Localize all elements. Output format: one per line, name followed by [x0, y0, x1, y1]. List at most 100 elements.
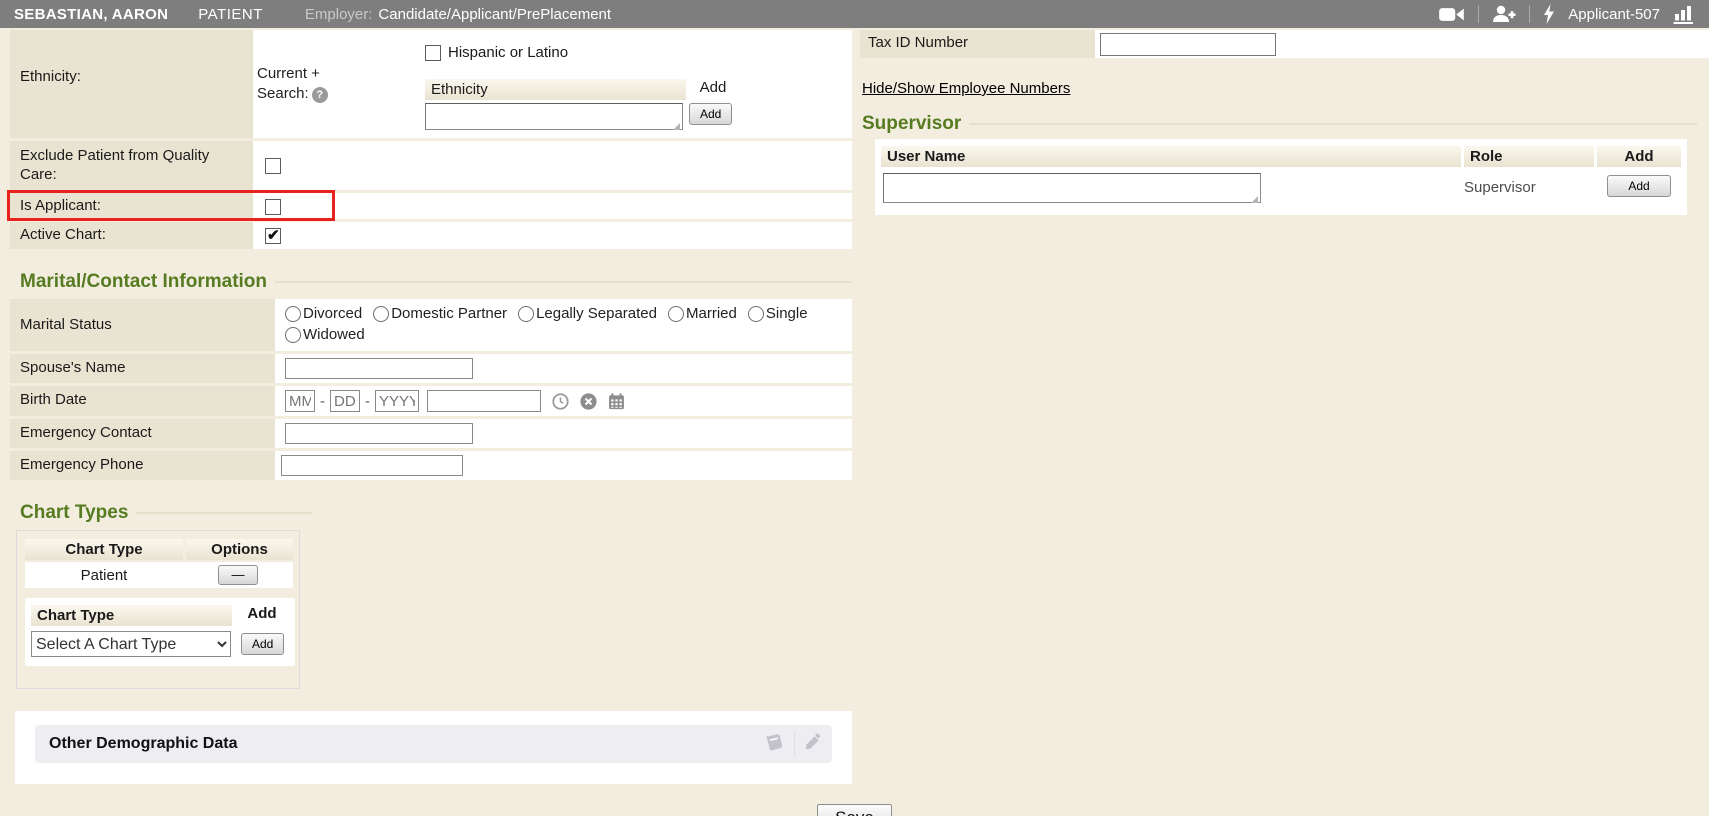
exclude-quality-label: Exclude Patient from Quality Care: — [10, 141, 253, 190]
supervisor-title: Supervisor — [862, 113, 961, 135]
tax-id-label: Tax ID Number — [860, 30, 1095, 58]
radio-single[interactable] — [748, 306, 764, 322]
supervisor-row: Supervisor Add — [881, 173, 1681, 207]
supervisor-panel: User Name Role Add Supervisor Add — [875, 139, 1687, 215]
heading-rule — [969, 123, 1697, 125]
spouse-name-row: Spouse's Name — [10, 354, 852, 386]
is-applicant-row: Is Applicant: — [10, 193, 852, 222]
chart-type-select[interactable]: Select A Chart Type — [31, 631, 231, 657]
date-separator: - — [320, 393, 325, 410]
radio-married[interactable] — [668, 306, 684, 322]
bar-chart-icon[interactable] — [1673, 5, 1695, 24]
role-cell: Supervisor — [1464, 173, 1594, 196]
hispanic-checkbox[interactable] — [425, 45, 441, 61]
employer-value: Candidate/Applicant/PrePlacement — [378, 6, 611, 23]
page-content: Ethnicity: Current + Search:? Hispanic o… — [0, 30, 1709, 784]
date-separator: - — [365, 393, 370, 410]
other-demographic-bar[interactable]: Other Demographic Data — [35, 725, 832, 763]
emergency-phone-input[interactable] — [281, 455, 463, 476]
chart-types-table: Chart Type Options Patient — — [25, 539, 293, 588]
emergency-contact-input[interactable] — [285, 423, 473, 444]
ethnicity-table: Ethnicity Add Add — [425, 79, 737, 134]
ethnicity-add-button[interactable]: Add — [689, 103, 732, 125]
supervisor-heading: Supervisor — [862, 113, 1709, 135]
add-col-header: Add — [1597, 146, 1681, 167]
options-col-header: Options — [186, 539, 293, 560]
employer-label: Employer: — [305, 6, 373, 23]
person-add-icon[interactable] — [1492, 5, 1516, 23]
clock-icon[interactable] — [552, 393, 569, 410]
ethnicity-input[interactable] — [425, 103, 683, 130]
clear-date-icon[interactable] — [580, 393, 597, 410]
radio-domestic-partner-label: Domestic Partner — [391, 305, 507, 322]
birth-year-input[interactable] — [375, 390, 419, 412]
emergency-contact-row: Emergency Contact — [10, 419, 852, 451]
chart-types-heading: Chart Types — [20, 502, 312, 524]
is-applicant-checkbox[interactable] — [265, 199, 281, 215]
hispanic-label: Hispanic or Latino — [448, 44, 568, 61]
other-demographic-panel: Other Demographic Data — [15, 711, 852, 784]
calendar-icon[interactable] — [608, 393, 625, 410]
ethnicity-content: Current + Search:? Hispanic or Latino Et… — [253, 30, 852, 138]
add-supervisor-button[interactable]: Add — [1607, 175, 1671, 197]
marital-panel: Marital Status Divorced Domestic Partner… — [10, 299, 852, 480]
chart-types-title: Chart Types — [20, 502, 128, 524]
patient-header-bar: SEBASTIAN, AARON PATIENT Employer: Candi… — [0, 0, 1709, 28]
is-applicant-label: Is Applicant: — [10, 193, 253, 219]
save-button[interactable]: Save — [817, 804, 892, 816]
birth-month-input[interactable] — [285, 390, 315, 412]
user-name-col-header: User Name — [881, 146, 1461, 167]
hide-show-employee-numbers-link[interactable]: Hide/Show Employee Numbers — [862, 80, 1070, 97]
birth-date-label: Birth Date — [10, 386, 275, 416]
header-divider — [1478, 5, 1479, 23]
chart-type-col-header: Chart Type — [25, 539, 183, 560]
spouse-name-label: Spouse's Name — [10, 354, 275, 383]
active-chart-label: Active Chart: — [10, 222, 253, 249]
active-chart-checkbox[interactable] — [265, 228, 281, 244]
lightning-icon[interactable] — [1543, 4, 1555, 24]
ethnicity-add-header: Add — [689, 79, 737, 100]
spouse-name-input[interactable] — [285, 358, 473, 379]
icon-divider — [794, 731, 795, 757]
emergency-contact-label: Emergency Contact — [10, 419, 275, 448]
radio-domestic-partner[interactable] — [373, 306, 389, 322]
book-icon[interactable] — [765, 732, 786, 757]
radio-legally-separated[interactable] — [518, 306, 534, 322]
video-camera-icon[interactable] — [1439, 7, 1465, 22]
add-col-header: Add — [235, 605, 289, 626]
radio-married-label: Married — [686, 305, 737, 322]
pencil-icon[interactable] — [803, 733, 822, 756]
exclude-quality-checkbox[interactable] — [265, 158, 281, 174]
current-search-line2: Search: — [257, 85, 309, 102]
heading-rule — [136, 512, 312, 514]
marital-section-title: Marital/Contact Information — [20, 271, 267, 293]
chart-type-cell: Patient — [25, 567, 183, 584]
add-chart-type-button[interactable]: Add — [241, 633, 284, 655]
tax-id-row: Tax ID Number — [860, 30, 1709, 58]
radio-widowed[interactable] — [285, 327, 301, 343]
radio-legally-separated-label: Legally Separated — [536, 305, 657, 322]
user-name-input[interactable] — [883, 173, 1261, 203]
current-search-label: Current + Search:? — [257, 64, 377, 103]
heading-rule — [275, 281, 852, 283]
header-divider — [1529, 5, 1530, 23]
demographics-column: Ethnicity: Current + Search:? Hispanic o… — [10, 30, 852, 784]
marital-status-row: Marital Status Divorced Domestic Partner… — [10, 299, 852, 354]
radio-divorced-label: Divorced — [303, 305, 362, 322]
patient-type-label: PATIENT — [198, 6, 263, 23]
chart-types-box: Chart Type Options Patient — Chart Type … — [16, 530, 300, 689]
radio-widowed-label: Widowed — [303, 326, 365, 343]
ethnicity-label: Ethnicity: — [10, 30, 253, 138]
birth-day-input[interactable] — [330, 390, 360, 412]
current-search-line1: Current + — [257, 65, 320, 82]
save-row: Save — [0, 804, 1709, 816]
remove-chart-type-button[interactable]: — — [218, 565, 258, 585]
radio-divorced[interactable] — [285, 306, 301, 322]
marital-status-label: Marital Status — [10, 299, 275, 351]
birth-date-row: Birth Date - - — [10, 386, 852, 419]
exclude-quality-row: Exclude Patient from Quality Care: — [10, 141, 852, 193]
help-icon[interactable]: ? — [312, 87, 328, 103]
ethnicity-col-header: Ethnicity — [425, 79, 686, 100]
tax-id-input[interactable] — [1100, 33, 1276, 56]
birth-date-extra-input[interactable] — [427, 390, 541, 412]
